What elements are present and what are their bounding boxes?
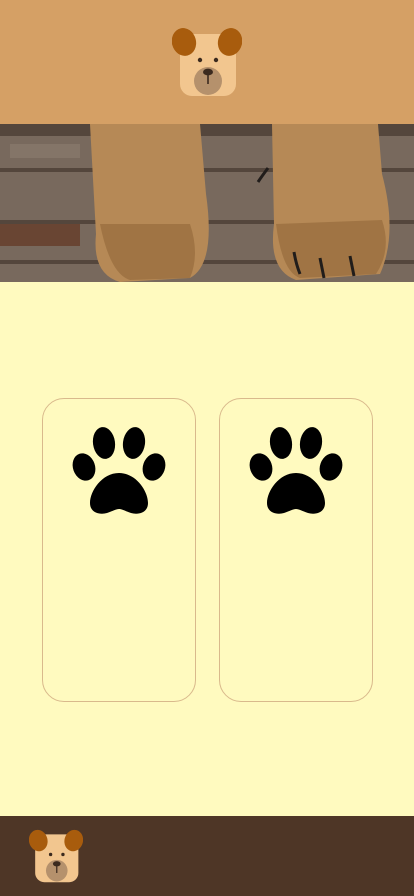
dog-face-icon[interactable] bbox=[29, 828, 83, 884]
paw-icon bbox=[72, 427, 166, 514]
card-2[interactable] bbox=[219, 398, 373, 702]
hero-image bbox=[0, 124, 414, 282]
dog-face-icon[interactable] bbox=[172, 26, 242, 98]
card-1[interactable] bbox=[42, 398, 196, 702]
app-footer bbox=[0, 816, 414, 896]
app-header bbox=[0, 0, 414, 124]
paw-icon bbox=[249, 427, 343, 514]
main-content bbox=[0, 282, 414, 816]
